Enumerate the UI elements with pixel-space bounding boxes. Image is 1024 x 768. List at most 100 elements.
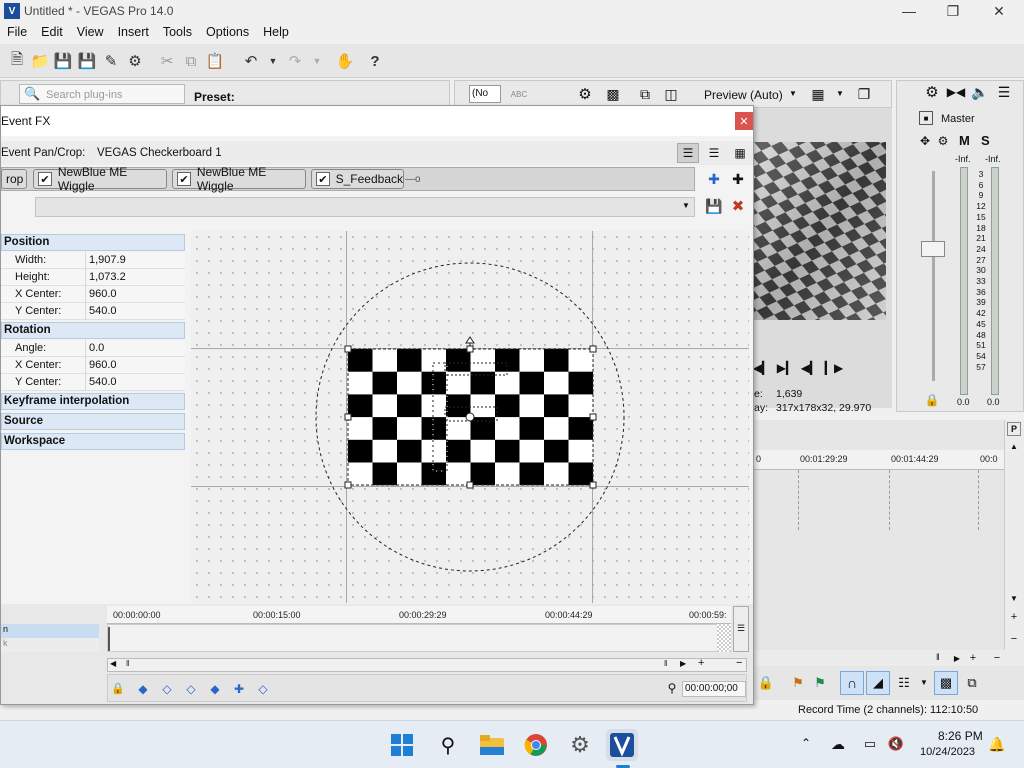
fx-track-label[interactable]: n [1,624,99,638]
property-value[interactable]: 960.0 [89,357,117,374]
pan-crop-canvas[interactable] [191,231,749,603]
section-keyframe-interpolation[interactable]: Keyframe interpolation [1,393,185,410]
menu-insert[interactable]: Insert [111,22,156,39]
detail-view-icon[interactable]: ☰ [703,143,725,163]
menu-edit[interactable]: Edit [34,22,70,39]
h-scroll-grip-icon[interactable]: ‖ [936,652,948,664]
overlays-icon[interactable]: ◫ [661,84,681,104]
solo-button[interactable]: S [981,133,990,148]
add-keyframe-icon[interactable]: ✚ [230,680,248,698]
menu-view[interactable]: View [70,22,111,39]
section-workspace[interactable]: Workspace [1,433,185,450]
restore-button[interactable]: ❐ [930,0,976,22]
zoom-in-icon[interactable]: + [698,657,704,669]
save-as-icon[interactable]: 💾 [76,50,98,72]
scroll-up-icon[interactable]: ▲ [1007,440,1021,452]
file-explorer-icon[interactable] [476,729,508,761]
lock-envelopes-icon[interactable]: 🔒 [756,673,776,693]
help-icon[interactable]: ? [364,50,386,72]
list-view-icon[interactable]: ☰ [677,143,699,163]
property-value[interactable]: 540.0 [89,303,117,320]
timeline-vertical-scrollbar[interactable]: P ▲ ▼ + − [1004,420,1024,660]
region-icon[interactable]: ⚑ [810,673,830,693]
h-scroll-right-grip-icon[interactable]: ‖ [664,659,667,668]
copy-icon[interactable]: ⧉ [180,50,202,72]
property-value[interactable]: 540.0 [89,374,117,391]
fx-gear-icon[interactable]: ⚙ [935,133,951,149]
lock-icon[interactable]: 🔒 [925,393,940,407]
external-monitor-icon[interactable]: ▩ [603,84,623,104]
property-row[interactable]: Height: 1,073.2 [1,269,185,286]
settings-gear-icon[interactable]: ⚙ [564,729,596,761]
property-row[interactable]: Y Center: 540.0 [1,303,185,320]
first-keyframe-icon[interactable]: ◆ [134,680,152,698]
section-source[interactable]: Source [1,413,185,430]
checkbox-checked-icon[interactable]: ✔ [177,172,191,186]
tab-newblue-wiggle-2[interactable]: ✔ NewBlue ME Wiggle [172,165,306,193]
scroll-left-icon[interactable]: ◀ [110,659,116,668]
remove-plugin-icon[interactable]: ✚ [729,170,747,188]
fx-keyframe-track[interactable] [107,624,731,652]
grid-icon[interactable]: ▦ [809,85,827,103]
section-rotation[interactable]: Rotation [1,322,185,339]
taskbar-time[interactable]: 8:26 PM [938,729,983,743]
copy-snapshot-icon[interactable]: ❐ [855,85,873,103]
next-frame-icon[interactable]: ▶▎ [777,360,795,376]
vegas-taskbar-icon[interactable] [606,729,638,761]
previous-keyframe-icon[interactable]: ◇ [158,680,176,698]
taskbar-date[interactable]: 10/24/2023 [920,746,975,758]
step-forward-icon[interactable]: ▎▶ [824,360,844,376]
marker-icon[interactable]: ⚑ [788,673,808,693]
cut-icon[interactable]: ✂ [156,50,178,72]
ripple-edit-icon[interactable]: ☷ [894,673,914,693]
fx-timeline-v-scroll[interactable]: ☰ [733,606,749,652]
next-keyframe-icon[interactable]: ◇ [182,680,200,698]
undo-icon[interactable]: ↶ [240,50,262,72]
preview-quality-chevron-down-icon[interactable]: ▼ [789,89,797,98]
properties-gear-icon[interactable]: ⚙ [124,50,146,72]
property-row[interactable]: Y Center: 540.0 [1,374,185,391]
checkbox-checked-icon[interactable]: ✔ [38,172,52,186]
onedrive-cloud-icon[interactable]: ☁ [828,735,848,753]
step-back-icon[interactable]: ◀▎ [800,360,820,376]
property-value[interactable]: 1,073.2 [89,269,126,286]
menu-file[interactable]: File [0,22,34,39]
save-preset-icon[interactable]: 💾 [705,197,723,215]
open-folder-icon[interactable]: 📁 [29,50,51,72]
volume-muted-icon[interactable]: 🔇 [886,735,906,753]
notifications-bell-icon[interactable]: 🔔 [988,735,1006,753]
property-value[interactable]: 960.0 [89,286,117,303]
sync-cursor-lock-icon[interactable]: 🔒 [110,680,126,696]
paste-icon[interactable]: 📋 [204,50,226,72]
h-scroll-left-grip-icon[interactable]: ‖ [126,659,129,668]
close-window-button[interactable]: ✕ [976,0,1022,22]
tab-pan-crop[interactable]: rop [1,169,27,189]
preset-chevron-down-icon[interactable]: ▼ [682,201,690,210]
preview-quality-dropdown[interactable]: Preview (Auto) [704,88,783,102]
zoom-out-icon[interactable]: − [1007,632,1021,646]
zoom-in-icon[interactable]: + [1007,610,1021,624]
preview-fx-dropdown[interactable]: (No [469,85,501,103]
last-keyframe-icon[interactable]: ◆ [206,680,224,698]
tab-newblue-wiggle-1[interactable]: ✔ NewBlue ME Wiggle [33,165,167,193]
fx-timeline-h-scroll[interactable]: ◀ ‖ ‖ ▶ + − [107,657,747,672]
mixer-faders-icon[interactable]: ☰ [995,83,1013,101]
mute-button[interactable]: M [959,133,970,148]
mixer-bus-icon[interactable]: ▶◀ [947,83,965,101]
h-zoom-out-icon[interactable]: − [990,651,1004,665]
speaker-icon[interactable]: 🔈 [971,83,989,101]
split-view-icon[interactable]: ⧉ [635,84,655,104]
plugin-search-box[interactable]: 🔍 Search plug-ins [19,84,185,104]
property-value[interactable]: 1,907.9 [89,252,126,269]
fx-preset-dropdown[interactable]: ▼ [35,197,695,217]
undo-dropdown-icon[interactable]: ▼ [262,50,284,72]
section-position[interactable]: Position [1,234,185,251]
zoom-out-icon[interactable]: − [736,657,742,669]
v-scroll-grip-icon[interactable]: ☰ [737,623,745,634]
scroll-right-icon[interactable]: ▶ [950,651,964,665]
split-screen-icon[interactable]: ABC [509,83,529,105]
property-row[interactable]: Width: 1,907.9 [1,252,185,269]
ripple-chevron-down-icon[interactable]: ▼ [920,678,928,687]
ignore-grouping-icon[interactable]: ⧉ [962,673,982,693]
chrome-icon[interactable] [520,729,552,761]
